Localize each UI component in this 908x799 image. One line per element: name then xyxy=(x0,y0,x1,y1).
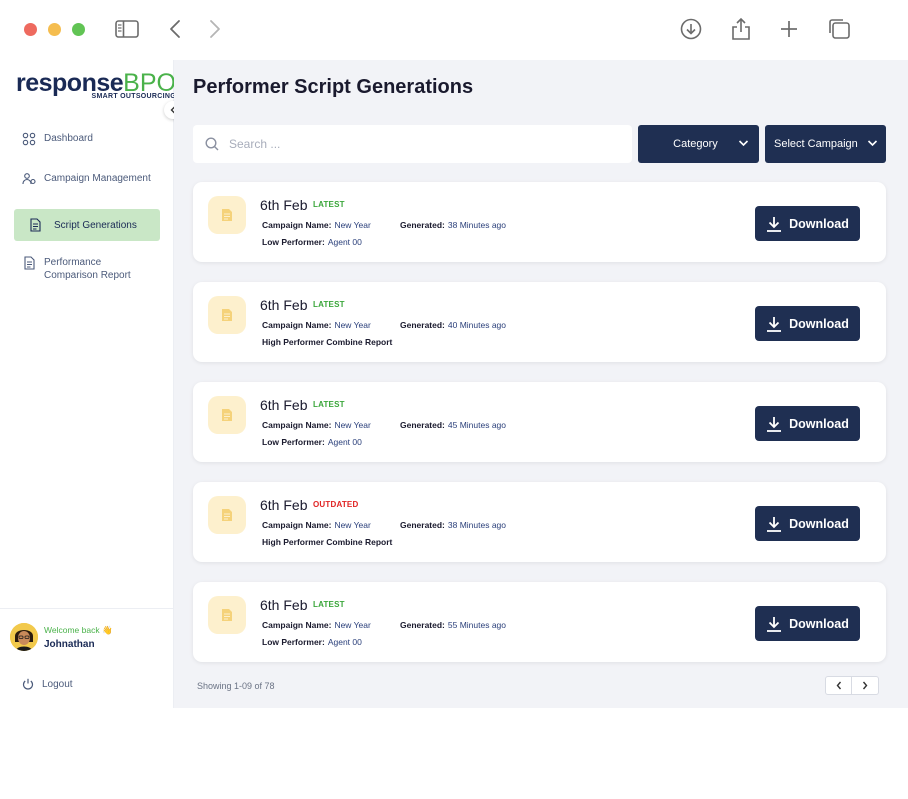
card-date: 6th Feb xyxy=(260,497,308,513)
main-content: Performer Script Generations Category Se… xyxy=(174,60,908,708)
card-date: 6th Feb xyxy=(260,397,308,413)
search-icon xyxy=(205,137,219,151)
download-icon[interactable] xyxy=(676,14,706,44)
category-label: Category xyxy=(673,138,718,150)
campaign-dropdown[interactable]: Select Campaign xyxy=(765,125,886,163)
performer-row: High Performer Combine Report xyxy=(262,337,393,347)
sidebar-item-label: Script Generations xyxy=(54,219,137,231)
pagination xyxy=(825,676,879,695)
minimize-window-button[interactable] xyxy=(48,23,61,36)
document-icon xyxy=(30,218,41,232)
generated-row: Generated: 38 Minutes ago xyxy=(400,220,506,230)
chevron-left-icon xyxy=(836,681,841,690)
pagination-info: Showing 1-09 of 78 xyxy=(197,681,275,691)
performer-row: Low Performer: Agent 00 xyxy=(262,437,362,447)
status-badge: LATEST xyxy=(313,200,345,209)
logout-label: Logout xyxy=(42,678,73,690)
previous-page-button[interactable] xyxy=(825,676,852,695)
chevron-down-icon xyxy=(867,140,878,147)
campaign-name-row: Campaign Name: New Year xyxy=(262,320,371,330)
avatar xyxy=(10,623,38,651)
campaign-icon xyxy=(22,173,36,185)
campaign-label: Select Campaign xyxy=(774,138,858,150)
status-badge: OUTDATED xyxy=(313,500,359,509)
logout-button[interactable]: Logout xyxy=(22,678,73,690)
script-card: 6th Feb OUTDATED Campaign Name: New Year … xyxy=(193,482,886,562)
chevron-right-icon xyxy=(862,681,868,690)
status-badge: LATEST xyxy=(313,300,345,309)
generated-row: Generated: 40 Minutes ago xyxy=(400,320,506,330)
sidebar-item-campaign-management[interactable]: Campaign Management xyxy=(14,172,160,186)
tabs-icon[interactable] xyxy=(824,14,854,44)
back-icon[interactable] xyxy=(160,14,190,44)
performer-row: Low Performer: Agent 00 xyxy=(262,637,362,647)
file-icon xyxy=(208,396,246,434)
card-date: 6th Feb xyxy=(260,597,308,613)
new-tab-icon[interactable] xyxy=(774,14,804,44)
download-button[interactable]: Download xyxy=(755,406,860,441)
forward-icon[interactable] xyxy=(200,14,230,44)
browser-toolbar xyxy=(0,0,908,60)
download-button[interactable]: Download xyxy=(755,306,860,341)
file-icon xyxy=(208,596,246,634)
generated-row: Generated: 55 Minutes ago xyxy=(400,620,506,630)
download-arrow-icon xyxy=(767,616,782,632)
next-page-button[interactable] xyxy=(852,676,879,695)
chevron-down-icon xyxy=(738,140,749,147)
generated-row: Generated: 45 Minutes ago xyxy=(400,420,506,430)
card-date: 6th Feb xyxy=(260,297,308,313)
user-name: Johnathan xyxy=(44,638,95,650)
download-button[interactable]: Download xyxy=(755,206,860,241)
share-icon[interactable] xyxy=(726,14,756,44)
performer-row: High Performer Combine Report xyxy=(262,537,393,547)
welcome-text: Welcome back 👋 xyxy=(44,624,113,635)
report-icon xyxy=(24,256,35,270)
campaign-name-row: Campaign Name: New Year xyxy=(262,420,371,430)
user-profile[interactable]: Welcome back 👋 Johnathan xyxy=(10,623,113,651)
download-arrow-icon xyxy=(767,216,782,232)
file-icon xyxy=(208,496,246,534)
power-icon xyxy=(22,678,34,690)
sidebar-item-label: Dashboard xyxy=(44,133,93,144)
category-dropdown[interactable]: Category xyxy=(638,125,759,163)
sidebar-item-label: Campaign Management xyxy=(44,173,151,184)
search-bar[interactable] xyxy=(193,125,632,163)
campaign-name-row: Campaign Name: New Year xyxy=(262,520,371,530)
script-card: 6th Feb LATEST Campaign Name: New Year Ge… xyxy=(193,582,886,662)
status-badge: LATEST xyxy=(313,400,345,409)
sidebar-item-script-generations[interactable]: Script Generations xyxy=(14,209,160,241)
sidebar-item-performance-comparison-report[interactable]: Performance Comparison Report xyxy=(14,256,160,282)
download-arrow-icon xyxy=(767,416,782,432)
sidebar-item-dashboard[interactable]: Dashboard xyxy=(14,132,160,146)
sidebar-toggle-icon[interactable] xyxy=(112,14,142,44)
script-card: 6th Feb LATEST Campaign Name: New Year Ge… xyxy=(193,382,886,462)
file-icon xyxy=(208,296,246,334)
campaign-name-row: Campaign Name: New Year xyxy=(262,620,371,630)
brand-logo[interactable]: responseBPO SMART OUTSOURCING xyxy=(16,71,176,101)
sidebar-item-label: Performance Comparison Report xyxy=(44,257,131,281)
maximize-window-button[interactable] xyxy=(72,23,85,36)
search-input[interactable] xyxy=(229,137,609,151)
status-badge: LATEST xyxy=(313,600,345,609)
sidebar: responseBPO SMART OUTSOURCING Dashboard … xyxy=(0,60,182,708)
download-arrow-icon xyxy=(767,516,782,532)
generated-row: Generated: 38 Minutes ago xyxy=(400,520,506,530)
download-arrow-icon xyxy=(767,316,782,332)
page-title: Performer Script Generations xyxy=(193,76,474,98)
dashboard-icon xyxy=(22,132,36,146)
performer-row: Low Performer: Agent 00 xyxy=(262,237,362,247)
file-icon xyxy=(208,196,246,234)
script-card: 6th Feb LATEST Campaign Name: New Year Ge… xyxy=(193,182,886,262)
download-button[interactable]: Download xyxy=(755,606,860,641)
sidebar-divider xyxy=(0,608,174,609)
download-button[interactable]: Download xyxy=(755,506,860,541)
close-window-button[interactable] xyxy=(24,23,37,36)
card-date: 6th Feb xyxy=(260,197,308,213)
script-card: 6th Feb LATEST Campaign Name: New Year Ge… xyxy=(193,282,886,362)
campaign-name-row: Campaign Name: New Year xyxy=(262,220,371,230)
